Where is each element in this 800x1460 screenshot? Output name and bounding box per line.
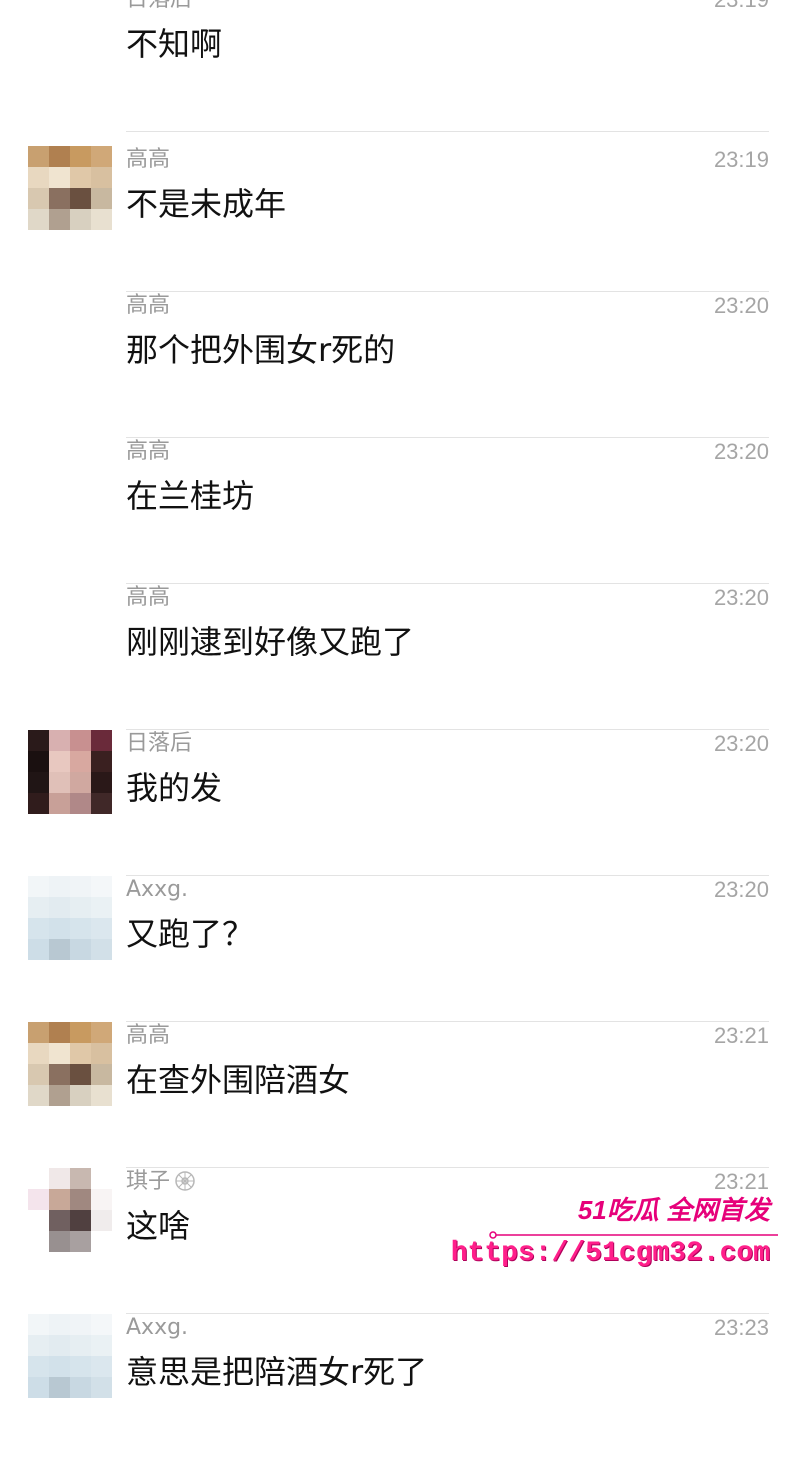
chat-message[interactable]: 高高 23:20 那个把外围女r死的 (0, 292, 800, 438)
avatar[interactable] (28, 146, 112, 230)
chat-message[interactable]: 高高 23:20 刚刚逮到好像又跑了 (0, 584, 800, 730)
message-time: 23:20 (713, 293, 769, 318)
sender-name: 高高 (126, 293, 171, 318)
message-time: 23:20 (713, 439, 769, 464)
avatar[interactable] (28, 876, 112, 960)
message-time: 23:20 (713, 585, 769, 610)
chat-message[interactable]: 高高 23:19 不是未成年 (0, 146, 800, 292)
avatar[interactable] (28, 730, 112, 814)
chat-message[interactable]: 日落后 23:20 我的发 (0, 730, 800, 876)
avatar[interactable] (28, 1168, 112, 1252)
avatar[interactable] (28, 1022, 112, 1106)
sender-name: 高高 (126, 439, 171, 464)
avatar-image-gaogao (28, 146, 112, 230)
message-text: 不知啊 (126, 25, 223, 63)
message-text: 那个把外围女r死的 (126, 331, 396, 369)
message-time: 23:19 (714, 0, 769, 14)
message-text: 不是未成年 (126, 185, 287, 223)
wheel-badge-icon (175, 1171, 195, 1191)
message-text: 在兰桂坊 (126, 477, 255, 515)
avatar-image-riluohou (28, 730, 112, 814)
chat-message[interactable]: 高高 23:21 在查外围陪酒女 (0, 1022, 800, 1168)
message-time: 23:19 (713, 147, 769, 172)
message-text: 这啥 (126, 1207, 191, 1245)
message-text: 刚刚逮到好像又跑了 (126, 623, 415, 661)
message-time: 23:23 (713, 1315, 769, 1340)
chat-message[interactable]: 高高 23:20 在兰桂坊 (0, 438, 800, 584)
sender-name: 高高 (126, 1023, 171, 1048)
avatar-image-gaogao (28, 1022, 112, 1106)
avatar[interactable] (28, 1314, 112, 1398)
message-text: 我的发 (126, 769, 223, 807)
chat-message[interactable]: Axxg. 23:23 意思是把陪酒女r死了 (0, 1314, 800, 1460)
sender-name: 日落后 (126, 0, 192, 14)
watermark-url: https://51cgm32.com (450, 1238, 770, 1269)
sender-name: Axxg. (126, 1315, 189, 1340)
sender-name: 高高 (126, 585, 171, 610)
watermark-title: 51吃瓜 全网首发 (577, 1195, 770, 1225)
message-text: 在查外围陪酒女 (126, 1061, 351, 1099)
chat-message[interactable]: 日落后 23:19 不知啊 (0, 0, 800, 132)
message-time: 23:21 (713, 1023, 769, 1048)
message-text: 又跑了？ (126, 915, 255, 953)
watermark: 51吃瓜 全网首发 https://51cgm32.com (451, 1190, 790, 1290)
divider (126, 131, 769, 132)
sender-name: 高高 (126, 147, 171, 172)
message-time: 23:20 (713, 877, 769, 902)
sender-name-text: 琪子 (126, 1169, 171, 1194)
sender-name: 琪子 (126, 1168, 196, 1196)
sender-name: Axxg. (126, 877, 189, 902)
message-text: 意思是把陪酒女r死了 (126, 1353, 428, 1391)
avatar-image-qizi (28, 1168, 112, 1252)
chat-message[interactable]: Axxg. 23:20 又跑了？ (0, 876, 800, 1022)
avatar-image-axxg (28, 1314, 112, 1398)
message-time: 23:20 (713, 731, 769, 756)
avatar-image-axxg (28, 876, 112, 960)
sender-name: 日落后 (126, 731, 193, 756)
